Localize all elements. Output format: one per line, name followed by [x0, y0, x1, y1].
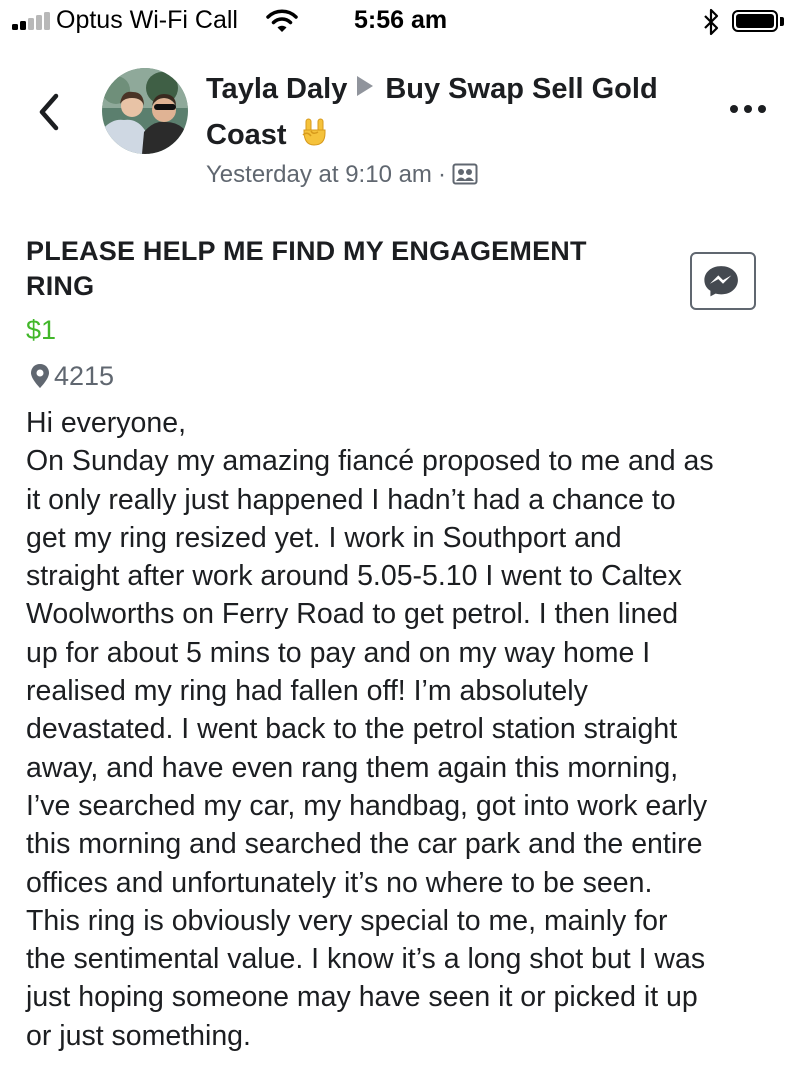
group-name-link[interactable]: Buy Swap Sell Gold	[385, 73, 657, 105]
carrier-name: Optus Wi-Fi Call	[56, 6, 238, 34]
wifi-icon	[266, 9, 298, 32]
listing-title-line: PLEASE HELP ME FIND MY ENGAGEMENT	[26, 236, 587, 266]
listing-location: 4215	[30, 358, 114, 394]
description-line: just hoping someone may have seen it or …	[26, 981, 698, 1014]
rock-hand-emoji-icon	[302, 118, 326, 146]
description-line: get my ring resized yet. I work in South…	[26, 521, 622, 554]
triangle-right-icon	[357, 76, 374, 96]
group-name-link-continued[interactable]: Coast	[206, 119, 287, 151]
location-pin-icon	[31, 364, 49, 388]
listing-description: Hi everyone, On Sunday my amazing fiancé…	[26, 404, 786, 1055]
more-options-icon-dot	[744, 105, 752, 113]
post-meta: Yesterday at 9:10 am ·	[206, 158, 478, 192]
description-line: This ring is obviously very special to m…	[26, 904, 668, 937]
battery-tip	[780, 17, 784, 26]
messenger-icon	[704, 266, 738, 297]
listing-price: $1	[26, 315, 57, 345]
status-time: 5:56 am	[354, 6, 448, 34]
description-line: away, and have even rang them again this…	[26, 751, 679, 784]
listing-title: PLEASE HELP ME FIND MY ENGAGEMENT RING	[26, 234, 666, 304]
description-line: devastated. I went back to the petrol st…	[26, 713, 678, 746]
description-line: realised my ring had fallen off! I’m abs…	[26, 675, 588, 708]
description-line: Hi everyone,	[26, 407, 186, 439]
description-line: this morning and searched the car park a…	[26, 828, 703, 861]
description-line: the sentimental value. I know it’s a lon…	[26, 943, 706, 976]
message-seller-button[interactable]	[690, 252, 756, 310]
status-bar: Optus Wi-Fi Call 5:56 am	[0, 0, 800, 44]
description-line: offices and unfortunately it’s no where …	[26, 866, 653, 899]
description-line: Woolworths on Ferry Road to get petrol. …	[26, 598, 679, 631]
more-options-button[interactable]	[730, 100, 770, 120]
more-options-icon	[730, 105, 738, 113]
description-line: it only really just happened I hadn’t ha…	[26, 483, 676, 516]
bluetooth-icon	[704, 8, 719, 36]
description-line: or just something.	[26, 1019, 251, 1052]
more-options-icon-dot	[758, 105, 766, 113]
description-line: On Sunday my amazing fiancé proposed to …	[26, 445, 714, 478]
listing-title-line: RING	[26, 271, 95, 301]
location-postcode: 4215	[54, 361, 115, 391]
post-header-title: Tayla Daly Buy Swap Sell Gold Coast	[206, 66, 706, 158]
avatar[interactable]	[102, 68, 188, 154]
post-timestamp[interactable]: Yesterday at 9:10 am	[206, 161, 432, 188]
description-line: I’ve searched my car, my handbag, got in…	[26, 789, 708, 822]
description-line: up for about 5 mins to pay and on my way…	[26, 636, 651, 669]
meta-separator: ·	[437, 161, 446, 188]
cellular-signal-icon	[12, 12, 52, 30]
battery-icon	[732, 10, 778, 32]
group-audience-icon	[452, 163, 478, 185]
author-name-link[interactable]: Tayla Daly	[206, 73, 347, 105]
back-button[interactable]	[32, 90, 66, 134]
description-line: straight after work around 5.05-5.10 I w…	[26, 560, 682, 593]
